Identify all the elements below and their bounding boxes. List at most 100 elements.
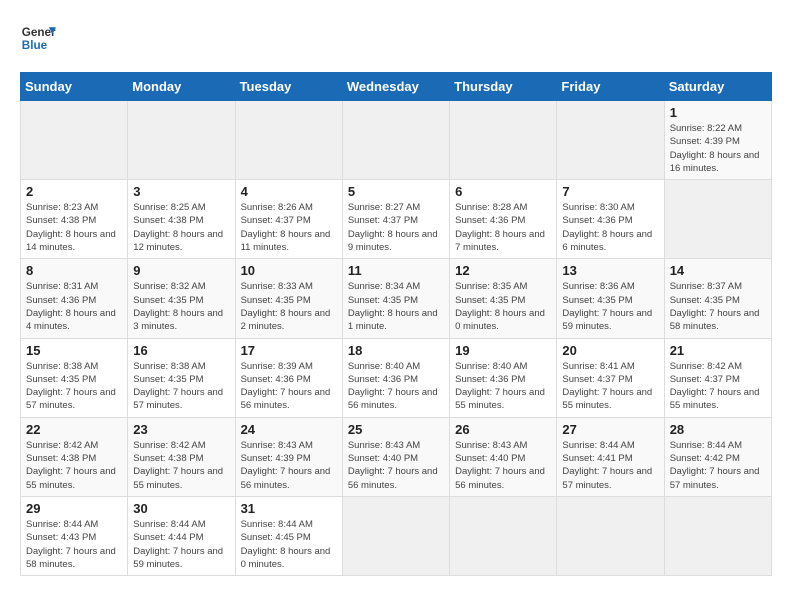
calendar-cell: 23Sunrise: 8:42 AMSunset: 4:38 PMDayligh… [128,417,235,496]
day-number: 25 [348,422,444,437]
day-number: 31 [241,501,337,516]
header: General Blue [20,20,772,56]
day-number: 24 [241,422,337,437]
day-number: 14 [670,263,766,278]
day-header-thursday: Thursday [450,73,557,101]
day-detail: Sunrise: 8:44 AMSunset: 4:43 PMDaylight:… [26,518,122,571]
day-number: 15 [26,343,122,358]
calendar-cell: 13 Sunrise: 8:36 AMSunset: 4:35 PMDayligh… [557,259,664,338]
calendar-cell: 5Sunrise: 8:27 AMSunset: 4:37 PMDaylight… [342,180,449,259]
calendar-cell [664,180,771,259]
calendar-cell [557,101,664,180]
day-number: 27 [562,422,658,437]
day-number: 3 [133,184,229,199]
day-detail: Sunrise: 8:42 AMSunset: 4:38 PMDaylight:… [26,439,122,492]
day-detail: Sunrise: 8:42 AMSunset: 4:37 PMDaylight:… [670,360,766,413]
day-header-friday: Friday [557,73,664,101]
day-number: 26 [455,422,551,437]
calendar-cell [235,101,342,180]
calendar-cell: 1 Sunrise: 8:22 AMSunset: 4:39 PMDaylight… [664,101,771,180]
calendar-cell: 3 Sunrise: 8:25 AMSunset: 4:38 PMDaylight… [128,180,235,259]
day-number: 19 [455,343,551,358]
day-detail: Sunrise: 8:44 AMSunset: 4:42 PMDaylight:… [670,439,766,492]
day-number: 17 [241,343,337,358]
calendar-cell: 30Sunrise: 8:44 AMSunset: 4:44 PMDayligh… [128,496,235,575]
calendar-week-4: 15 Sunrise: 8:38 AMSunset: 4:35 PMDayligh… [21,338,772,417]
calendar-cell: 24 Sunrise: 8:43 AMSunset: 4:39 PMDayligh… [235,417,342,496]
day-number: 7 [562,184,658,199]
calendar-cell: 25Sunrise: 8:43 AMSunset: 4:40 PMDayligh… [342,417,449,496]
calendar-week-5: 22Sunrise: 8:42 AMSunset: 4:38 PMDayligh… [21,417,772,496]
day-number: 13 [562,263,658,278]
day-number: 16 [133,343,229,358]
day-number: 21 [670,343,766,358]
day-number: 20 [562,343,658,358]
day-number: 11 [348,263,444,278]
calendar-cell: 11 Sunrise: 8:34 AMSunset: 4:35 PMDayligh… [342,259,449,338]
day-detail: Sunrise: 8:27 AMSunset: 4:37 PMDaylight:… [348,201,444,254]
day-detail: Sunrise: 8:25 AMSunset: 4:38 PMDaylight:… [133,201,229,254]
calendar-cell: 29 Sunrise: 8:44 AMSunset: 4:43 PMDayligh… [21,496,128,575]
day-detail: Sunrise: 8:36 AMSunset: 4:35 PMDaylight:… [562,280,658,333]
day-number: 30 [133,501,229,516]
day-detail: Sunrise: 8:22 AMSunset: 4:39 PMDaylight:… [670,122,766,175]
day-detail: Sunrise: 8:34 AMSunset: 4:35 PMDaylight:… [348,280,444,333]
day-detail: Sunrise: 8:33 AMSunset: 4:35 PMDaylight:… [241,280,337,333]
day-number: 23 [133,422,229,437]
calendar-cell: 10 Sunrise: 8:33 AMSunset: 4:35 PMDayligh… [235,259,342,338]
calendar-cell: 31Sunrise: 8:44 AMSunset: 4:45 PMDayligh… [235,496,342,575]
day-number: 2 [26,184,122,199]
day-detail: Sunrise: 8:26 AMSunset: 4:37 PMDaylight:… [241,201,337,254]
day-detail: Sunrise: 8:40 AMSunset: 4:36 PMDaylight:… [348,360,444,413]
day-header-sunday: Sunday [21,73,128,101]
day-detail: Sunrise: 8:41 AMSunset: 4:37 PMDaylight:… [562,360,658,413]
day-detail: Sunrise: 8:35 AMSunset: 4:35 PMDaylight:… [455,280,551,333]
calendar-cell: 21 Sunrise: 8:42 AMSunset: 4:37 PMDayligh… [664,338,771,417]
calendar-cell [128,101,235,180]
day-detail: Sunrise: 8:38 AMSunset: 4:35 PMDaylight:… [26,360,122,413]
day-detail: Sunrise: 8:43 AMSunset: 4:39 PMDaylight:… [241,439,337,492]
calendar-cell: 8Sunrise: 8:31 AMSunset: 4:36 PMDaylight… [21,259,128,338]
day-header-monday: Monday [128,73,235,101]
calendar-cell: 26 Sunrise: 8:43 AMSunset: 4:40 PMDayligh… [450,417,557,496]
calendar-cell [664,496,771,575]
day-detail: Sunrise: 8:23 AMSunset: 4:38 PMDaylight:… [26,201,122,254]
calendar-cell: 2 Sunrise: 8:23 AMSunset: 4:38 PMDaylight… [21,180,128,259]
day-number: 12 [455,263,551,278]
day-detail: Sunrise: 8:30 AMSunset: 4:36 PMDaylight:… [562,201,658,254]
calendar-cell [557,496,664,575]
day-header-wednesday: Wednesday [342,73,449,101]
calendar-cell: 16Sunrise: 8:38 AMSunset: 4:35 PMDayligh… [128,338,235,417]
day-detail: Sunrise: 8:32 AMSunset: 4:35 PMDaylight:… [133,280,229,333]
day-detail: Sunrise: 8:28 AMSunset: 4:36 PMDaylight:… [455,201,551,254]
day-detail: Sunrise: 8:39 AMSunset: 4:36 PMDaylight:… [241,360,337,413]
calendar-cell: 22Sunrise: 8:42 AMSunset: 4:38 PMDayligh… [21,417,128,496]
calendar-cell [342,496,449,575]
logo: General Blue [20,20,60,56]
calendar-table: SundayMondayTuesdayWednesdayThursdayFrid… [20,72,772,576]
day-number: 9 [133,263,229,278]
day-detail: Sunrise: 8:40 AMSunset: 4:36 PMDaylight:… [455,360,551,413]
calendar-cell [342,101,449,180]
calendar-week-6: 29 Sunrise: 8:44 AMSunset: 4:43 PMDayligh… [21,496,772,575]
day-detail: Sunrise: 8:43 AMSunset: 4:40 PMDaylight:… [455,439,551,492]
day-number: 10 [241,263,337,278]
day-number: 4 [241,184,337,199]
day-number: 6 [455,184,551,199]
calendar-week-1: 1 Sunrise: 8:22 AMSunset: 4:39 PMDaylight… [21,101,772,180]
day-number: 1 [670,105,766,120]
day-number: 29 [26,501,122,516]
calendar-cell: 6 Sunrise: 8:28 AMSunset: 4:36 PMDaylight… [450,180,557,259]
calendar-cell: 14Sunrise: 8:37 AMSunset: 4:35 PMDayligh… [664,259,771,338]
day-number: 28 [670,422,766,437]
calendar-cell: 28 Sunrise: 8:44 AMSunset: 4:42 PMDayligh… [664,417,771,496]
calendar-cell [450,101,557,180]
calendar-cell: 9 Sunrise: 8:32 AMSunset: 4:35 PMDaylight… [128,259,235,338]
calendar-cell: 7 Sunrise: 8:30 AMSunset: 4:36 PMDaylight… [557,180,664,259]
calendar-cell: 17 Sunrise: 8:39 AMSunset: 4:36 PMDayligh… [235,338,342,417]
svg-text:Blue: Blue [22,39,48,52]
calendar-cell: 12 Sunrise: 8:35 AMSunset: 4:35 PMDayligh… [450,259,557,338]
day-header-tuesday: Tuesday [235,73,342,101]
calendar-cell: 20 Sunrise: 8:41 AMSunset: 4:37 PMDayligh… [557,338,664,417]
calendar-cell: 18Sunrise: 8:40 AMSunset: 4:36 PMDayligh… [342,338,449,417]
